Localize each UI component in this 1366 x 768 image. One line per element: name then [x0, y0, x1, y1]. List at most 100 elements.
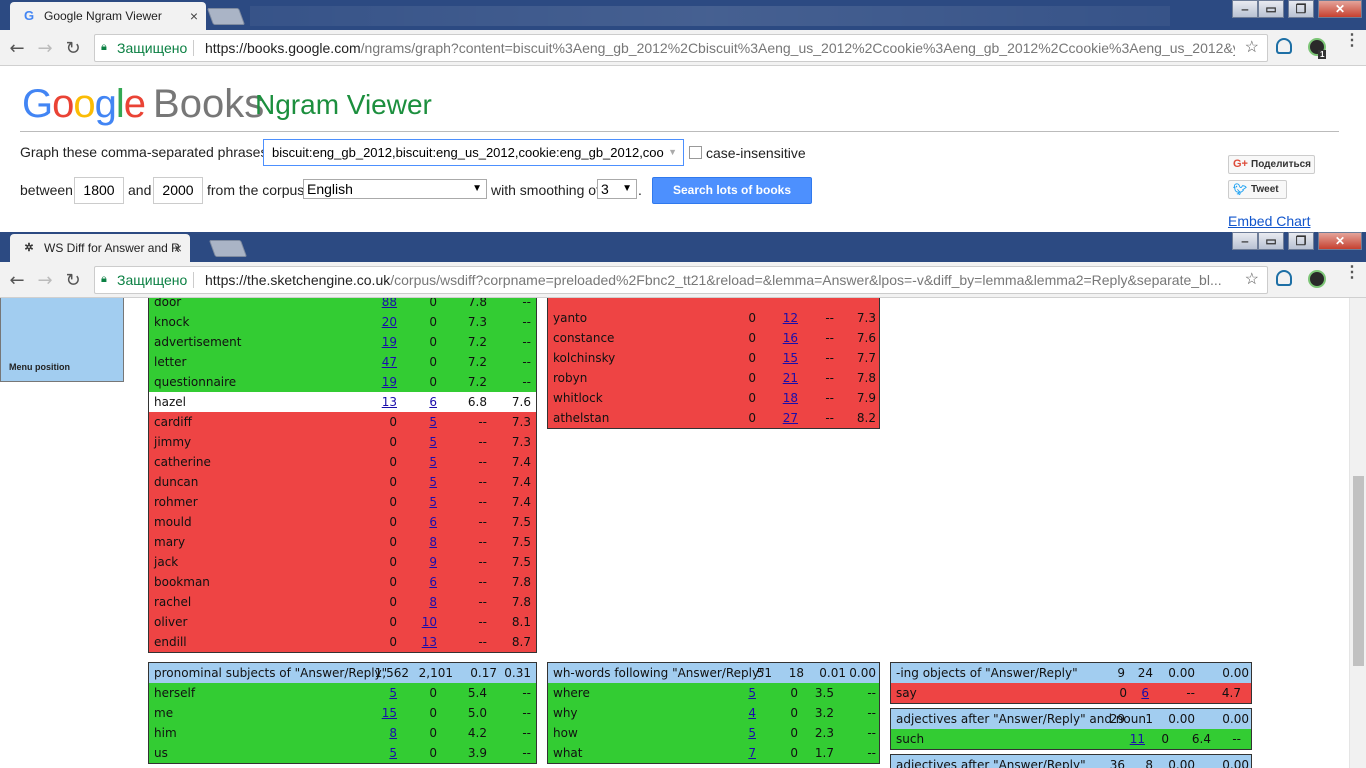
cell-b[interactable]: 12	[760, 311, 798, 325]
cell-b[interactable]: 6	[399, 575, 437, 589]
vertical-scrollbar[interactable]	[1349, 298, 1366, 768]
adjectives-after-table: adjectives after "Answer/Reply" 36 8 0.00 0.…	[890, 754, 1252, 768]
collocate-word: how	[553, 726, 578, 740]
url-text[interactable]: https://books.google.com/ngrams/graph?co…	[205, 35, 1235, 61]
table-header[interactable]: wh-words following "Answer/Reply" 51 18 0.0…	[548, 663, 879, 683]
cell-a[interactable]: 5	[718, 686, 756, 700]
cell-b[interactable]: 5	[399, 495, 437, 509]
extension-icon[interactable]	[1276, 38, 1292, 54]
cell-b[interactable]: 10	[399, 615, 437, 629]
menu-position-box[interactable]: Menu position	[0, 298, 124, 382]
cell-a[interactable]: 19	[359, 335, 397, 349]
cell-a[interactable]: 19	[359, 375, 397, 389]
cell-s2: 7.4	[511, 475, 531, 489]
browser-menu-icon[interactable]: ⋮	[1344, 265, 1360, 281]
browser-menu-icon[interactable]: ⋮	[1344, 33, 1360, 49]
cell-b[interactable]: 5	[399, 475, 437, 489]
share-button[interactable]: G+ Поделиться	[1228, 155, 1315, 174]
minimize-button[interactable]: ‒	[1232, 232, 1258, 250]
cell-s1: --	[478, 595, 487, 609]
back-icon[interactable]: ←	[6, 38, 28, 59]
address-bar[interactable]: 🔒︎ Защищено https://books.google.com/ngr…	[94, 34, 1268, 62]
cell-a[interactable]: 13	[359, 395, 397, 409]
cell-b[interactable]: 6	[1111, 686, 1149, 700]
table-header[interactable]: adjectives after "Answer/Reply" and noun…	[891, 709, 1251, 729]
forward-icon[interactable]: →	[34, 38, 56, 59]
cell-b[interactable]: 5	[399, 415, 437, 429]
reload-icon[interactable]: ↻	[62, 270, 84, 291]
lock-icon: 🔒︎	[101, 41, 107, 53]
omnibox-divider	[193, 40, 194, 56]
year-end-input[interactable]: 2000	[153, 177, 203, 204]
cell-b[interactable]: 27	[760, 411, 798, 425]
phrases-input[interactable]: biscuit:eng_gb_2012,biscuit:eng_us_2012,…	[263, 139, 684, 166]
cell-a[interactable]: 47	[359, 355, 397, 369]
cell-b[interactable]: 5	[399, 455, 437, 469]
logo-letter: l	[115, 82, 125, 126]
tab-close-icon[interactable]: ×	[190, 8, 198, 24]
cell-s2: --	[867, 746, 876, 760]
cell-a[interactable]: 88	[359, 298, 397, 309]
tab-close-icon[interactable]: ×	[174, 240, 182, 256]
close-window-button[interactable]: ✕	[1318, 0, 1362, 18]
address-bar[interactable]: 🔒︎ Защищено https://the.sketchengine.co.…	[94, 266, 1268, 294]
background-tabs[interactable]	[250, 6, 1170, 26]
back-icon[interactable]: ←	[6, 270, 28, 291]
table-row: knock 20 0 7.3 --	[149, 312, 536, 332]
cell-b[interactable]: 8	[399, 535, 437, 549]
cell-a[interactable]: 5	[359, 746, 397, 760]
table-header[interactable]: -ing objects of "Answer/Reply" 9 24 0.00 0.0…	[891, 663, 1251, 683]
google-books-logo[interactable]: Google Books	[22, 82, 264, 127]
search-button[interactable]: Search lots of books	[652, 177, 812, 204]
extension-icon[interactable]	[1276, 270, 1292, 286]
cell-b[interactable]: 8	[399, 595, 437, 609]
cell-b[interactable]: 6	[399, 395, 437, 409]
corpus-select[interactable]: English ▼	[303, 179, 487, 199]
smoothing-select[interactable]: 3 ▼	[597, 179, 637, 199]
close-window-button[interactable]: ✕	[1318, 232, 1362, 250]
forward-icon[interactable]: →	[34, 270, 56, 291]
new-tab-button[interactable]	[206, 8, 246, 25]
tab-ngram-viewer[interactable]: G Google Ngram Viewer ×	[10, 2, 206, 30]
minimize-button[interactable]: ‒	[1232, 0, 1258, 18]
year-start-input[interactable]: 1800	[74, 177, 124, 204]
maximize-button[interactable]: ❐	[1288, 0, 1314, 18]
cell-a[interactable]: 8	[359, 726, 397, 740]
cell-a[interactable]: 5	[359, 686, 397, 700]
cell-s2: --	[867, 726, 876, 740]
reload-icon[interactable]: ↻	[62, 38, 84, 59]
case-insensitive-checkbox[interactable]	[689, 146, 702, 159]
cell-a[interactable]: 7	[718, 746, 756, 760]
cell-b[interactable]: 9	[399, 555, 437, 569]
new-tab-button[interactable]	[208, 240, 248, 257]
restore-button[interactable]: ▭	[1258, 0, 1284, 18]
cell-a[interactable]: 5	[718, 726, 756, 740]
cell-b[interactable]: 6	[399, 515, 437, 529]
bookmark-star-icon[interactable]: ☆	[1245, 267, 1259, 293]
cell-b[interactable]: 16	[760, 331, 798, 345]
cell-s2: --	[522, 706, 531, 720]
cell-a[interactable]: 15	[359, 706, 397, 720]
table-header[interactable]: adjectives after "Answer/Reply" 36 8 0.00 0.…	[891, 755, 1251, 768]
tweet-button[interactable]: 🐦︎ Tweet	[1228, 180, 1287, 199]
restore-button[interactable]: ▭	[1258, 232, 1284, 250]
lock-icon: 🔒︎	[101, 273, 107, 285]
cell-a[interactable]: 20	[359, 315, 397, 329]
cell-s1: --	[478, 455, 487, 469]
cell-b[interactable]: 18	[760, 391, 798, 405]
cell-b[interactable]: 5	[399, 435, 437, 449]
embed-chart-link[interactable]: Embed Chart	[1228, 213, 1310, 229]
cell-b[interactable]: 21	[760, 371, 798, 385]
cell-b[interactable]: 13	[399, 635, 437, 649]
bookmark-star-icon[interactable]: ☆	[1245, 35, 1259, 61]
scrollbar-thumb[interactable]	[1353, 476, 1364, 666]
maximize-button[interactable]: ❐	[1288, 232, 1314, 250]
extension-badge-icon[interactable]	[1308, 270, 1326, 288]
cell-b: 0	[429, 686, 437, 700]
cell-a[interactable]: 4	[718, 706, 756, 720]
url-text[interactable]: https://the.sketchengine.co.uk/corpus/ws…	[205, 267, 1235, 293]
cell-a: 0	[748, 331, 756, 345]
table-header[interactable]: pronominal subjects of "Answer/Reply" 1,5…	[149, 663, 536, 683]
tab-ws-diff[interactable]: ✲ WS Diff for Answer and R ×	[10, 234, 190, 262]
cell-b[interactable]: 15	[760, 351, 798, 365]
